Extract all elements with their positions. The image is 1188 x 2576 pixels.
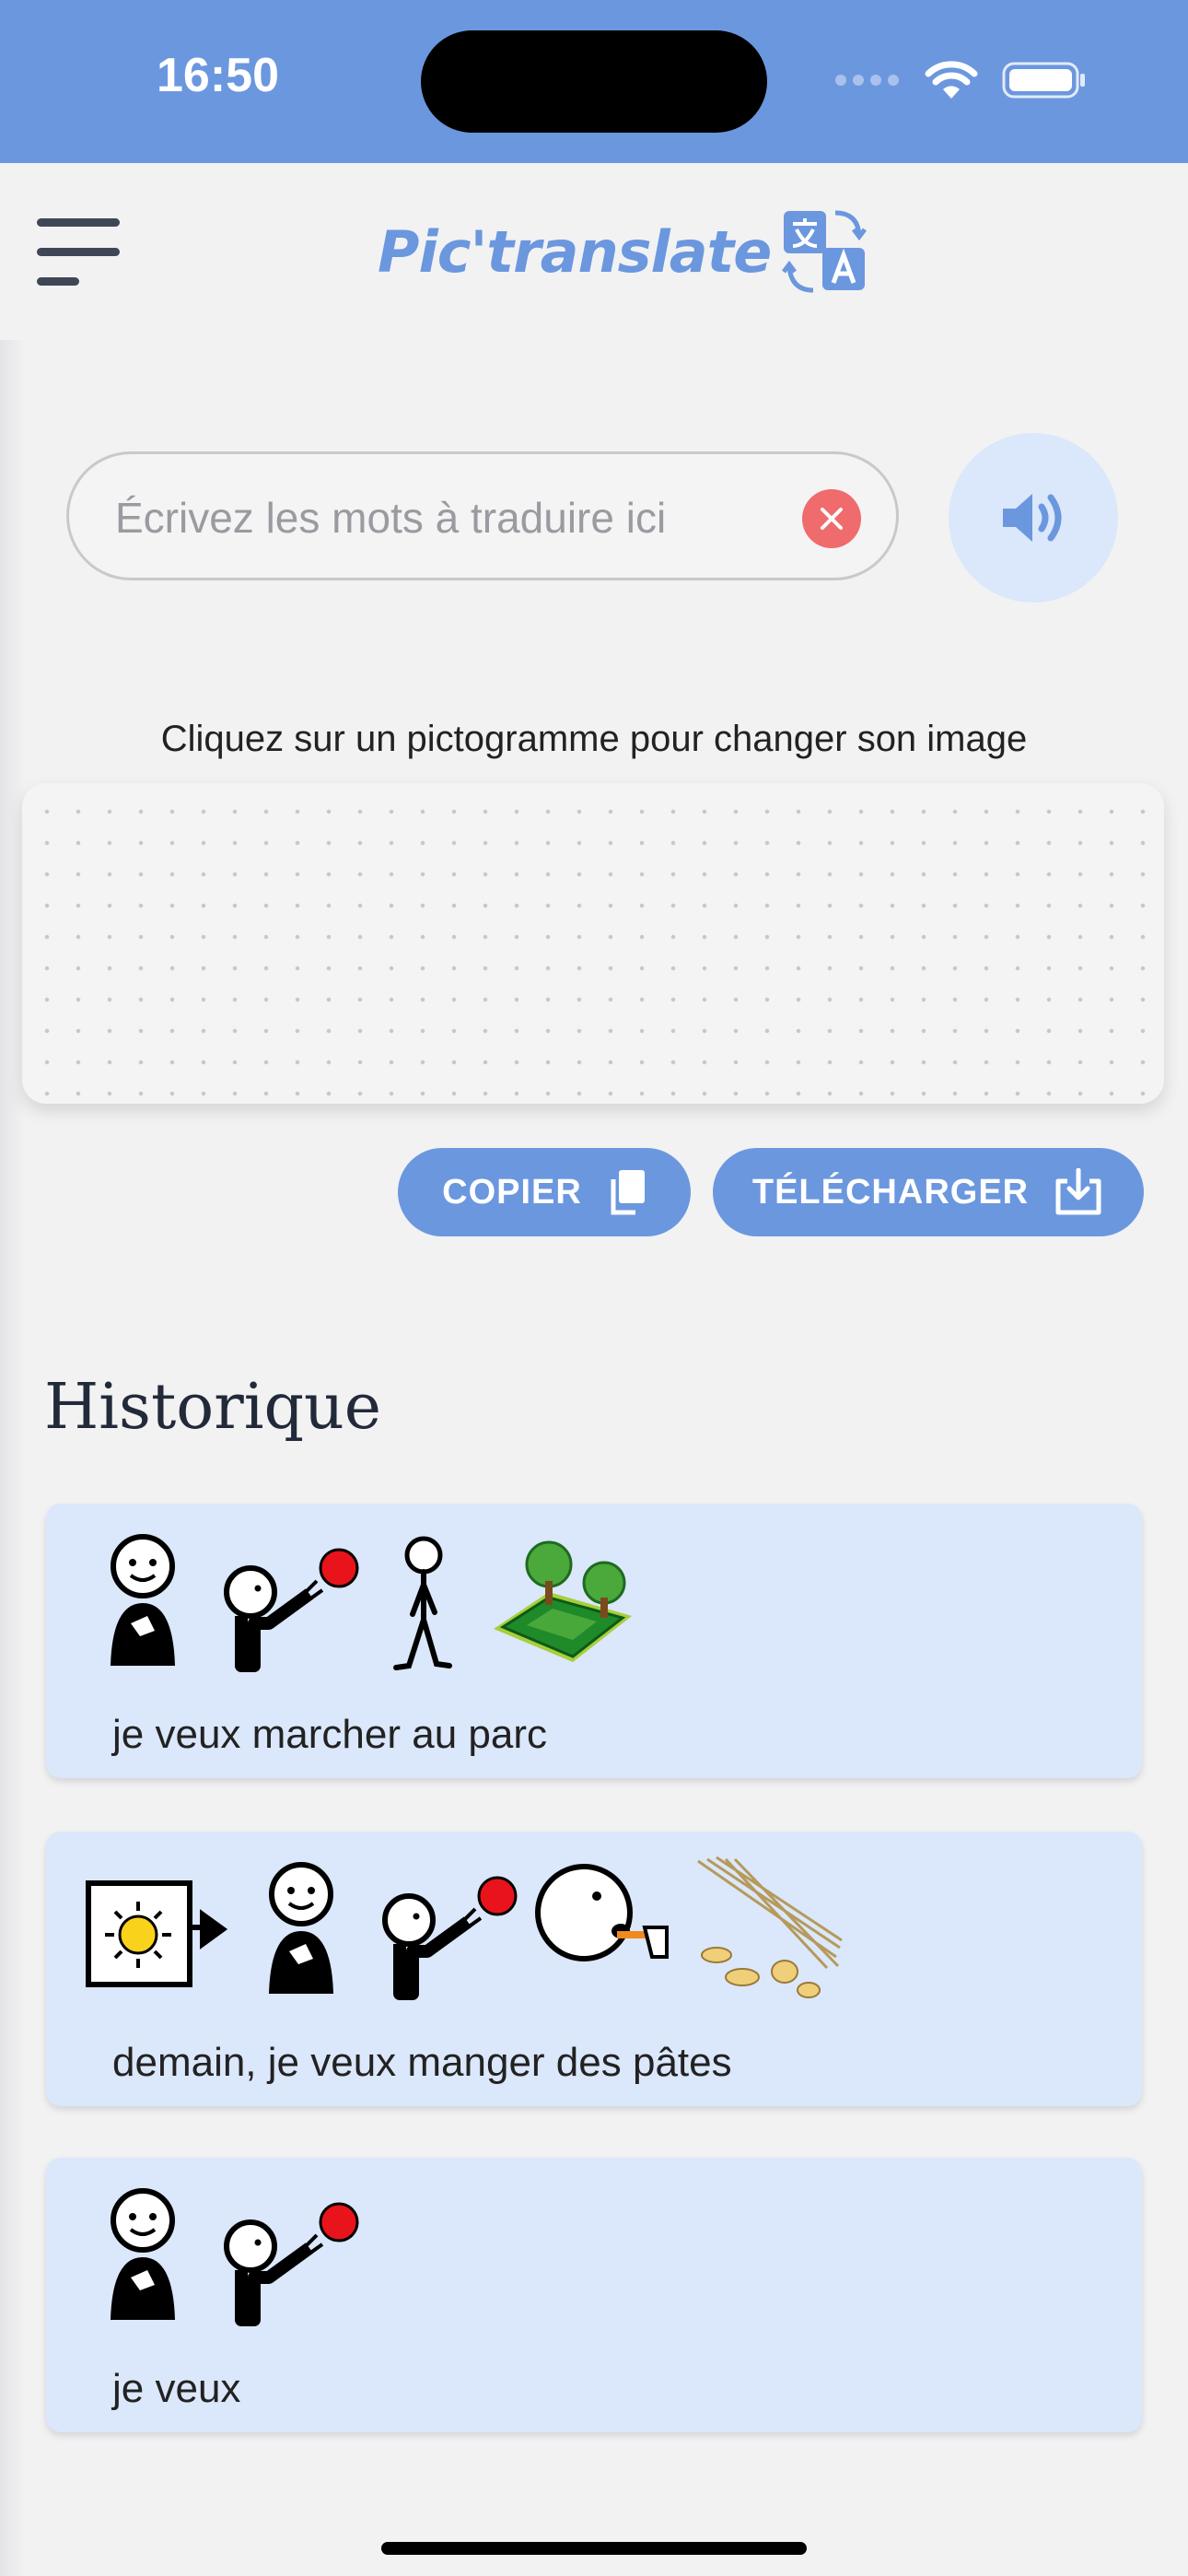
clear-button[interactable]: [802, 489, 861, 548]
signal-icon: [835, 75, 899, 86]
walk-icon: [393, 1536, 452, 1670]
status-icons: [834, 57, 1087, 103]
download-icon: [1055, 1168, 1101, 1215]
side-shadow: [0, 340, 26, 2576]
history-item[interactable]: demain, je veux manger des pâtes: [46, 1832, 1142, 2106]
want-icon: [382, 1876, 518, 2000]
copy-button[interactable]: COPIER: [398, 1148, 691, 1236]
pasta-icon: [697, 1856, 843, 1998]
history-item-text: demain, je veux manger des pâtes: [112, 2040, 732, 2085]
copy-label: COPIER: [442, 1172, 582, 1212]
speak-button[interactable]: [949, 433, 1118, 603]
close-icon: [821, 508, 843, 530]
copy-icon: [611, 1170, 645, 1215]
person-me-icon: [111, 1534, 175, 1666]
battery-icon: [1002, 62, 1085, 99]
dynamic-island: [421, 30, 767, 133]
history-title: Historique: [44, 1371, 382, 1444]
tomorrow-icon: [86, 1880, 228, 1987]
want-icon: [224, 1548, 359, 1672]
history-item-text: je veux: [112, 2366, 241, 2411]
speaker-icon: [1003, 494, 1062, 542]
app-logo: Pic'translate: [378, 207, 872, 296]
pictogram-canvas[interactable]: [22, 783, 1164, 1104]
app-bar: Pic'translate: [0, 163, 1188, 340]
home-indicator[interactable]: [381, 2542, 807, 2555]
menu-icon[interactable]: [37, 218, 120, 286]
eat-icon: [535, 1864, 669, 1961]
wifi-icon: [925, 61, 978, 99]
person-me-icon: [269, 1862, 333, 1994]
history-item[interactable]: je veux: [46, 2158, 1142, 2432]
status-bar: 16:50: [0, 0, 1188, 163]
hint-text: Cliquez sur un pictogramme pour changer …: [160, 719, 1028, 759]
history-item-text: je veux marcher au parc: [112, 1712, 547, 1757]
person-me-icon: [111, 2188, 175, 2320]
app-title: Pic'translate: [378, 217, 772, 286]
download-button[interactable]: TÉLÉCHARGER: [713, 1148, 1144, 1236]
want-icon: [224, 2202, 359, 2326]
download-label: TÉLÉCHARGER: [751, 1172, 1030, 1212]
search-field[interactable]: [66, 451, 899, 580]
history-item[interactable]: je veux marcher au parc: [46, 1504, 1142, 1778]
park-icon: [494, 1540, 632, 1662]
translate-icon: [782, 210, 868, 293]
search-input[interactable]: [113, 482, 817, 554]
status-time: 16:50: [157, 49, 279, 102]
